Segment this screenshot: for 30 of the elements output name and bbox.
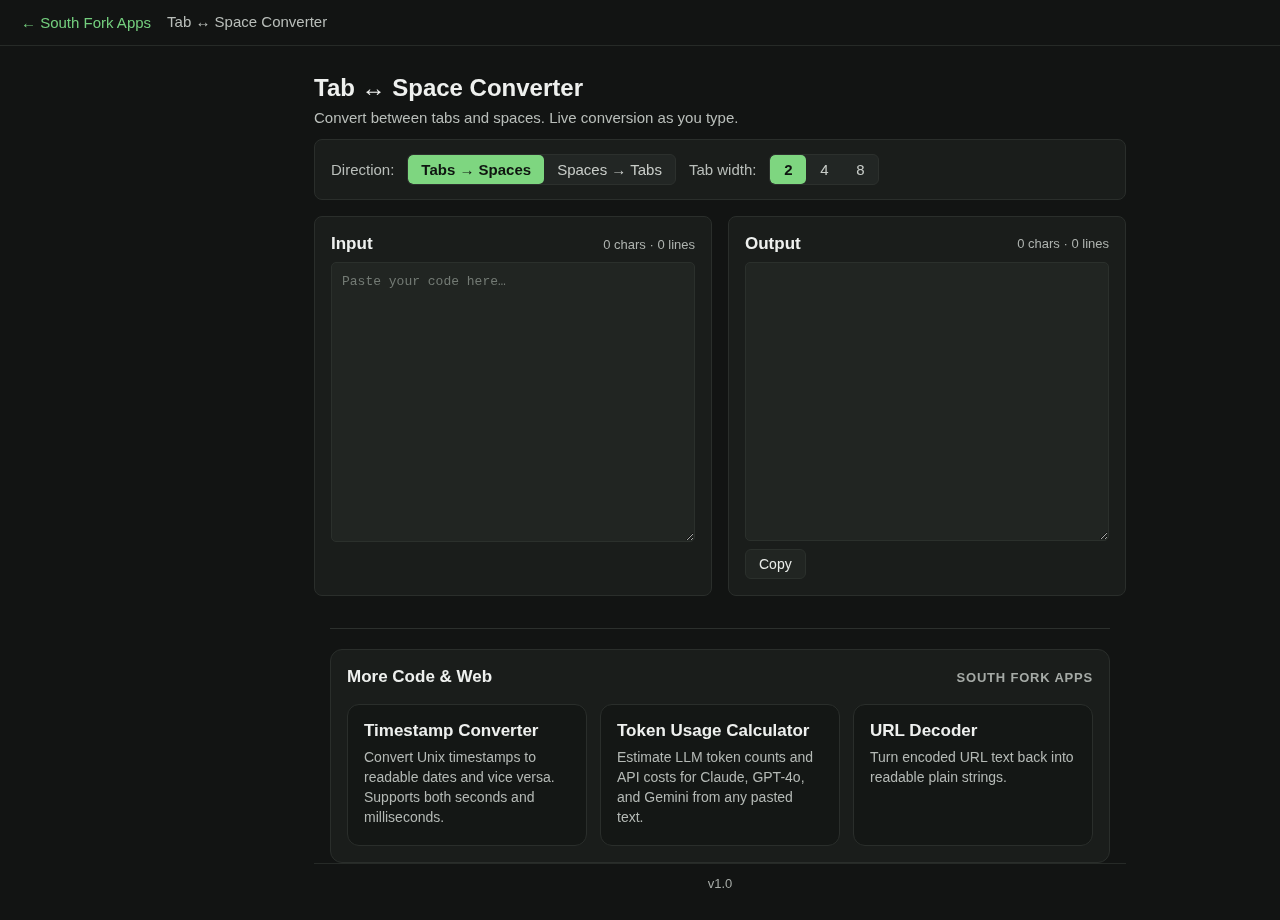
section-title: More Code & Web (347, 667, 493, 687)
panel-title: Input (331, 234, 373, 254)
tool-description: Convert Unix timestamps to readable dates and vice versa. Supports both seconds and milliseconds. (364, 748, 556, 827)
tool-description: Estimate LLM token counts and API costs for Claude, GPT-4o, and Gemini from any pasted text. (617, 748, 815, 827)
tab-width-option[interactable]: 2 (770, 155, 807, 184)
tab-width-label: Tab width: (688, 161, 757, 178)
char-line-count: 0 chars · 0 lines (603, 236, 695, 252)
tool-description: Turn encoded URL text back into readable plain strings. (870, 748, 1075, 787)
direction-option[interactable]: Spaces → Tabs (544, 155, 675, 184)
output-field[interactable] (745, 261, 1109, 542)
page-title: Tab ↔ Space Converter (314, 74, 584, 102)
tool-card[interactable]: Token Usage Calculator Estimate LLM token counts and API costs for Claude, GPT-4o, and Gemini from any pasted text. (600, 704, 840, 846)
tool-title: Timestamp Converter (364, 721, 540, 741)
tool-title: Token Usage Calculator (617, 721, 811, 741)
tab-width-option[interactable]: 4 (806, 155, 843, 184)
tool-card[interactable]: URL Decoder Turn encoded URL text back into readable plain strings. (853, 704, 1093, 846)
input-field[interactable]: Paste your code here… (331, 262, 695, 542)
tool-title: URL Decoder (870, 721, 979, 741)
page-subtitle: Convert between tabs and spaces. Live conversion as you type. (314, 109, 740, 127)
direction-label: Direction: (331, 161, 395, 178)
copy-button[interactable]: Copy (745, 549, 806, 579)
char-line-count: 0 chars · 0 lines (1017, 236, 1109, 252)
header-title: Tab ↔ Space Converter (167, 13, 328, 30)
version-label: v1.0 (707, 876, 733, 891)
panel-title: Output (745, 233, 801, 254)
direction-option[interactable]: Tabs → Spaces (408, 155, 545, 184)
brand-label: SOUTH FORK APPS (956, 669, 1093, 685)
back-link[interactable]: ← South Fork Apps (21, 14, 152, 31)
tool-card[interactable]: Timestamp Converter Convert Unix timestamps to readable dates and vice versa. Supports both seconds and milliseconds. (347, 704, 587, 846)
tab-width-option[interactable]: 8 (842, 155, 879, 184)
